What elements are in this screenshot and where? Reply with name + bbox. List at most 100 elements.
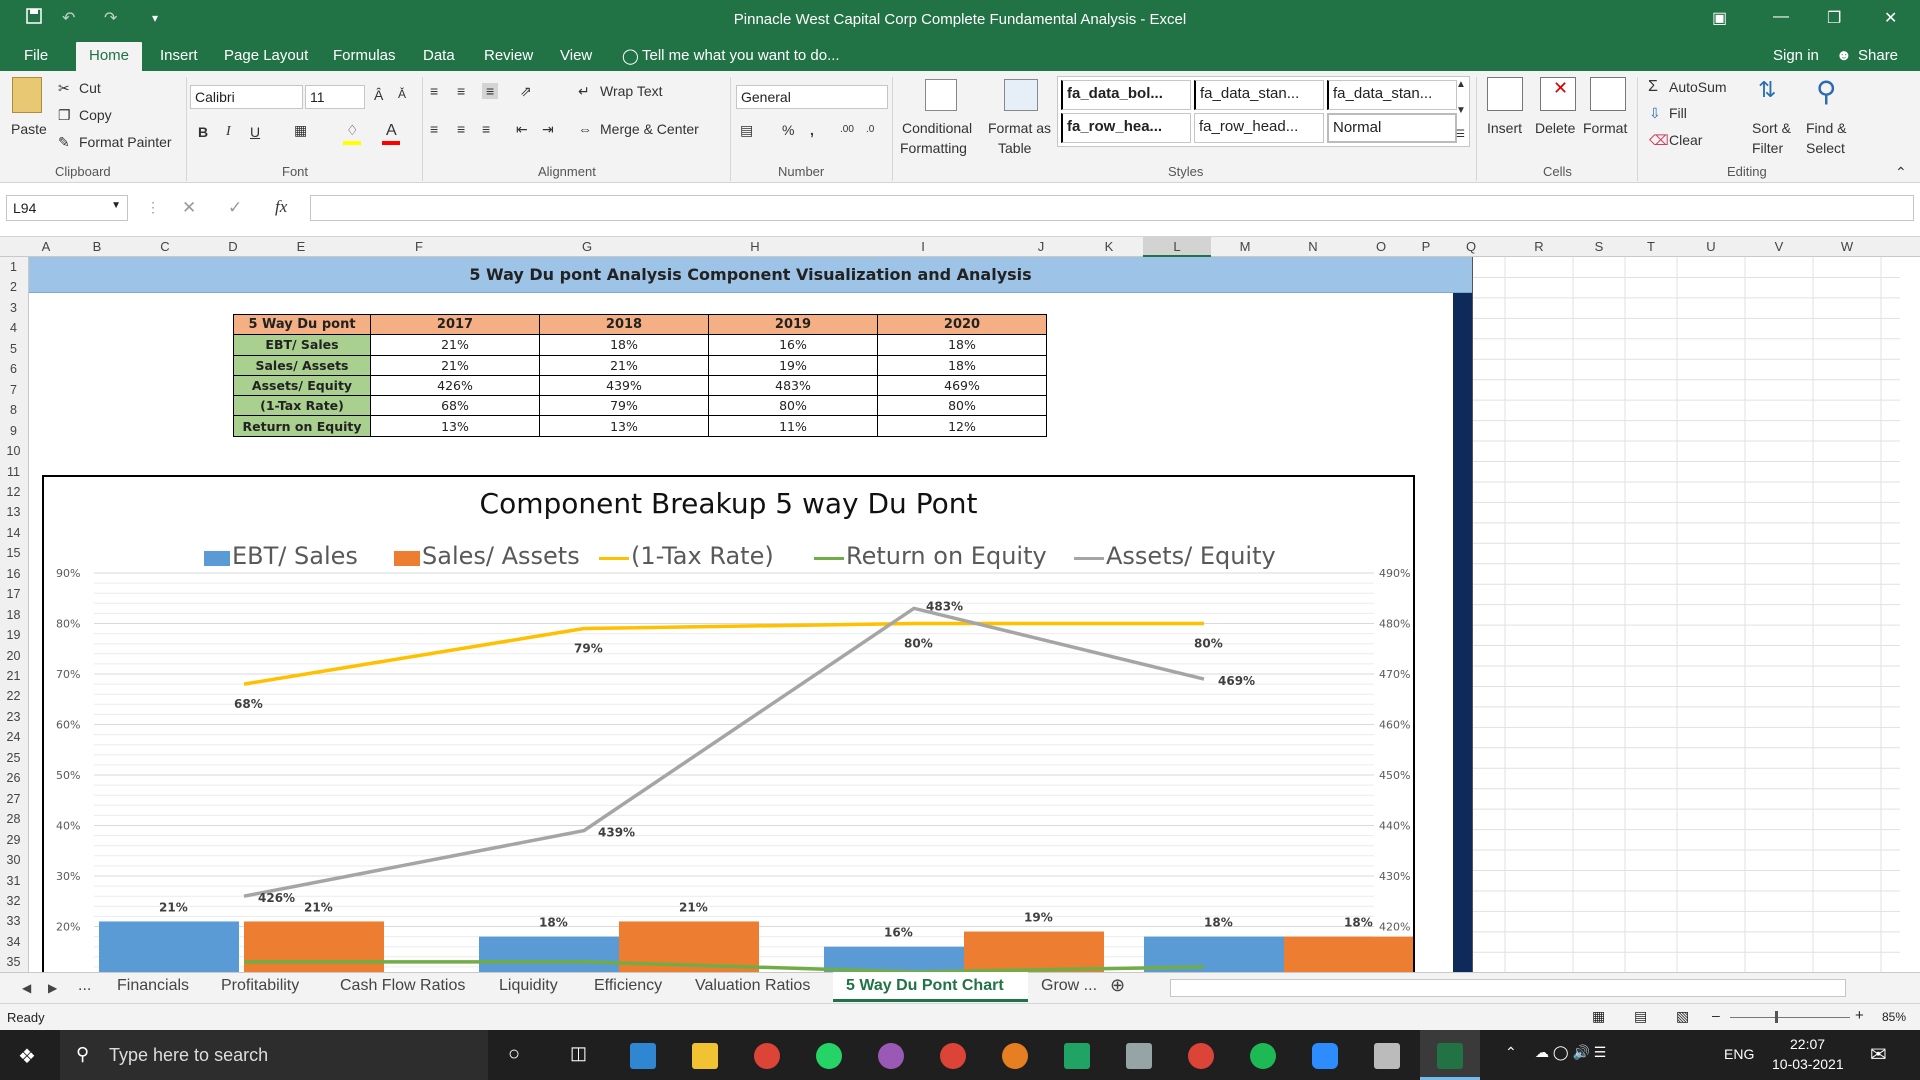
format-cells-icon[interactable]: [1590, 77, 1626, 111]
column-header-f[interactable]: F: [335, 239, 503, 254]
fill-icon[interactable]: ⇩: [1649, 105, 1661, 122]
row-header-7[interactable]: 7: [0, 383, 27, 397]
insert-cells-button[interactable]: Insert: [1487, 120, 1522, 136]
row-label[interactable]: Assets/ Equity: [233, 374, 371, 397]
align-right-icon[interactable]: ≡: [482, 121, 490, 137]
column-header-o[interactable]: O: [1347, 239, 1415, 254]
conditional-formatting-label[interactable]: Conditional: [902, 120, 972, 136]
find-select-label-2[interactable]: Select: [1806, 140, 1845, 156]
align-middle-icon[interactable]: ≡: [457, 83, 465, 99]
table-cell[interactable]: 79%: [539, 395, 709, 417]
zoom-out-icon[interactable]: –: [1712, 1007, 1720, 1023]
number-format-select[interactable]: General: [736, 85, 888, 109]
column-header-n[interactable]: N: [1279, 239, 1347, 254]
orientation-icon[interactable]: ⇗: [520, 83, 532, 100]
table-cell[interactable]: 16%: [708, 334, 878, 356]
table-cell[interactable]: 439%: [539, 374, 709, 397]
sheet-tab-cash-flow-ratios[interactable]: Cash Flow Ratios: [340, 977, 465, 995]
table-cell[interactable]: 11%: [708, 415, 878, 437]
decrease-font-icon[interactable]: Ǎ: [398, 87, 406, 101]
notifications-icon[interactable]: ✉: [1870, 1042, 1887, 1067]
show-hidden-icons-icon[interactable]: ⌃: [1505, 1044, 1517, 1061]
formula-input[interactable]: [310, 195, 1914, 221]
column-header-p[interactable]: P: [1415, 239, 1437, 254]
row-header-13[interactable]: 13: [0, 505, 27, 519]
row-header-21[interactable]: 21: [0, 669, 27, 683]
row-header-23[interactable]: 23: [0, 710, 27, 724]
table-cell[interactable]: 21%: [370, 334, 540, 356]
row-header-27[interactable]: 27: [0, 792, 27, 806]
excel-icon[interactable]: [1437, 1043, 1463, 1069]
decrease-decimal-icon[interactable]: .0: [866, 124, 874, 135]
horizontal-scrollbar[interactable]: [1170, 979, 1846, 997]
style-fa-row-header[interactable]: fa_row_head...: [1194, 113, 1324, 143]
format-cells-button[interactable]: Format: [1583, 120, 1627, 136]
whatsapp-icon[interactable]: [816, 1043, 842, 1069]
find-select-label[interactable]: Find &: [1806, 120, 1846, 136]
row-header-9[interactable]: 9: [0, 424, 27, 438]
table-header-cell[interactable]: 5 Way Du pont: [233, 313, 371, 336]
column-header-c[interactable]: C: [131, 239, 199, 254]
format-as-table-icon[interactable]: [1004, 79, 1038, 111]
wrap-text-icon[interactable]: ↵: [578, 83, 590, 100]
row-label[interactable]: Return on Equity: [233, 415, 371, 437]
column-header-e[interactable]: E: [267, 239, 335, 254]
insert-cells-icon[interactable]: [1487, 77, 1523, 111]
italic-icon[interactable]: I: [226, 124, 231, 140]
bold-icon[interactable]: B: [198, 124, 208, 140]
sheet-tab-valuation-ratios[interactable]: Valuation Ratios: [695, 977, 810, 995]
copy-icon[interactable]: ❐: [58, 107, 71, 124]
taskbar-search-placeholder[interactable]: Type here to search: [109, 1045, 268, 1066]
row-header-1[interactable]: 1: [0, 260, 27, 274]
column-header-h[interactable]: H: [671, 239, 839, 254]
spotify-icon[interactable]: [1250, 1043, 1276, 1069]
delete-cells-icon[interactable]: ✕: [1540, 77, 1576, 111]
column-header-v[interactable]: V: [1745, 239, 1813, 254]
row-header-30[interactable]: 30: [0, 853, 27, 867]
format-as-table-label[interactable]: Format as: [988, 120, 1051, 136]
sheet-tab-profitability[interactable]: Profitability: [221, 977, 299, 995]
tray-icons[interactable]: ☁ ◯ 🔊 ☰: [1535, 1044, 1606, 1061]
style-fa-data-standard[interactable]: fa_data_stan...: [1194, 80, 1324, 110]
column-header-g[interactable]: G: [503, 239, 671, 254]
font-name-select[interactable]: Calibri: [190, 85, 303, 109]
chrome-icon[interactable]: [754, 1043, 780, 1069]
table-cell[interactable]: 21%: [370, 354, 540, 376]
merge-center-icon[interactable]: ⇔: [578, 121, 592, 137]
conditional-formatting-icon[interactable]: [925, 79, 957, 111]
row-header-3[interactable]: 3: [0, 301, 27, 315]
mail-icon[interactable]: [630, 1043, 656, 1069]
style-normal[interactable]: Normal: [1327, 113, 1457, 143]
table-cell[interactable]: 21%: [539, 354, 709, 376]
increase-indent-icon[interactable]: ⇥: [542, 121, 554, 138]
sheet-tab-liquidity[interactable]: Liquidity: [499, 977, 558, 995]
copy-button[interactable]: Copy: [79, 107, 112, 123]
row-header-12[interactable]: 12: [0, 485, 27, 499]
column-header-b[interactable]: B: [63, 239, 131, 254]
table-cell[interactable]: 68%: [370, 395, 540, 417]
chrome-profile-icon[interactable]: [940, 1043, 966, 1069]
format-painter-button[interactable]: Format Painter: [79, 134, 172, 150]
zoom-slider-thumb[interactable]: [1775, 1011, 1778, 1023]
sheet-tab-grow[interactable]: Grow ...: [1041, 977, 1097, 995]
align-bottom-icon[interactable]: ≡: [482, 83, 499, 99]
task-view-icon[interactable]: ◫: [570, 1043, 587, 1064]
chrome-profile-2-icon[interactable]: [1002, 1043, 1028, 1069]
sheet-tab-financials[interactable]: Financials: [117, 977, 189, 995]
chrome-profile-3-icon[interactable]: [1188, 1043, 1214, 1069]
delete-cells-button[interactable]: Delete: [1535, 120, 1575, 136]
column-header-u[interactable]: U: [1677, 239, 1745, 254]
ribbon-display-options-icon[interactable]: ▣: [1712, 8, 1727, 28]
add-sheet-icon[interactable]: ⊕: [1110, 975, 1125, 996]
font-color-icon[interactable]: A: [386, 122, 397, 140]
sheet-tab-more[interactable]: ...: [78, 977, 91, 995]
increase-font-icon[interactable]: Â: [374, 87, 383, 103]
table-cell[interactable]: 18%: [877, 334, 1047, 356]
merge-center-button[interactable]: Merge & Center: [600, 121, 699, 137]
column-header-r[interactable]: R: [1505, 239, 1573, 254]
find-select-icon[interactable]: ⚲: [1816, 75, 1837, 108]
row-header-8[interactable]: 8: [0, 403, 27, 417]
table-header-cell[interactable]: 2019: [708, 313, 878, 336]
column-header-w[interactable]: W: [1813, 239, 1881, 254]
row-label[interactable]: Sales/ Assets: [233, 354, 371, 376]
